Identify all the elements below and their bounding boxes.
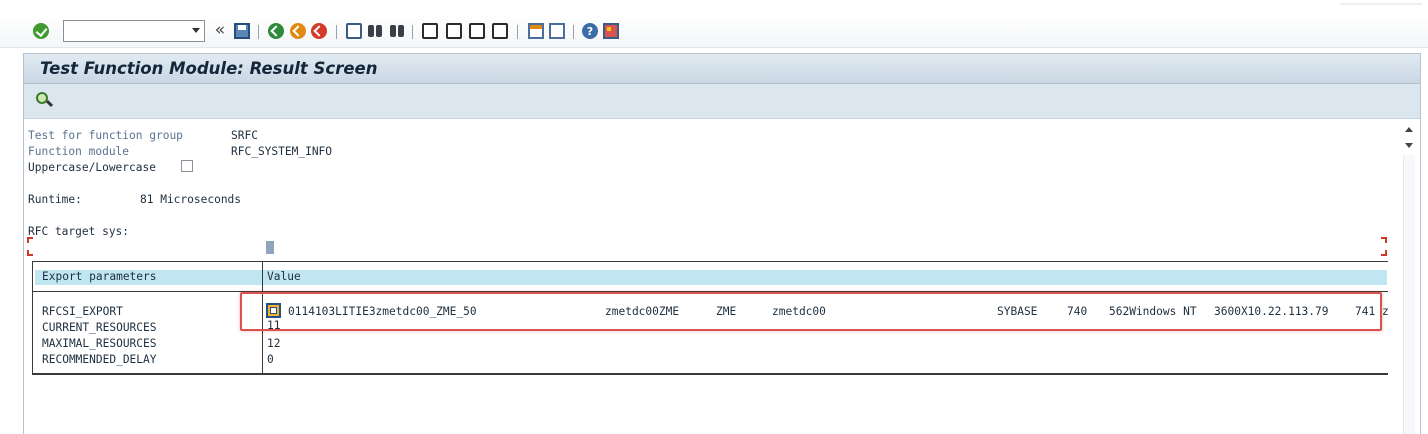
rfc-target-label: RFC target sys: (28, 225, 130, 238)
toolbar-divider (258, 25, 259, 39)
table-row-name: RECOMMENDED_DELAY (42, 353, 157, 366)
table-row-value: 0 (267, 353, 274, 366)
table-row-name: RFCSI_EXPORT (42, 305, 123, 318)
scroll-up-icon[interactable] (1405, 127, 1413, 132)
print-icon[interactable] (346, 23, 362, 39)
table-row-name: CURRENT_RESOURCES (42, 321, 157, 334)
title-bar: Test Function Module: Result Screen (24, 54, 1420, 84)
toolbar-divider (517, 25, 518, 39)
window-controls[interactable] (1340, 3, 1422, 5)
toolbar-divider (573, 25, 574, 39)
back-icon[interactable] (268, 23, 284, 39)
table-header-fill (35, 270, 1387, 285)
table-row-name: MAXIMAL_RESOURCES (42, 337, 157, 350)
frame-corner (27, 250, 33, 256)
title-strip (0, 0, 1428, 14)
table-row-value: 12 (267, 337, 281, 350)
toolbar-divider (336, 25, 337, 39)
table-header: Export parameters Value (33, 262, 1388, 292)
application-toolbar (24, 84, 1420, 119)
cancel-icon[interactable] (311, 23, 327, 39)
first-page-icon[interactable] (422, 23, 438, 39)
find-icon[interactable] (367, 23, 383, 39)
frame-corner (1381, 237, 1387, 243)
table-bottom-border (33, 373, 1388, 374)
result-content: Test for function group SRFC Function mo… (24, 120, 1404, 434)
vertical-scrollbar[interactable] (1401, 119, 1417, 434)
case-checkbox[interactable] (181, 160, 193, 172)
toolbar-divider (412, 25, 413, 39)
chevron-down-icon[interactable] (192, 28, 200, 33)
frame-corner (27, 237, 33, 243)
main-window: Test Function Module: Result Screen Test… (23, 53, 1421, 434)
function-module-value: RFC_SYSTEM_INFO (231, 145, 333, 158)
function-module-label: Function module (28, 145, 130, 158)
column-header-value: Value (267, 270, 301, 283)
text-cursor[interactable] (266, 241, 274, 254)
scroll-down-icon[interactable] (1405, 143, 1413, 148)
shortcut-icon[interactable] (549, 23, 565, 39)
runtime-value: 81 Microseconds (140, 193, 242, 206)
frame-corner (1381, 250, 1387, 256)
find-next-icon[interactable] (389, 23, 405, 39)
runtime-label: Runtime: (28, 193, 82, 206)
layout-icon[interactable] (603, 23, 619, 39)
last-page-icon[interactable] (492, 23, 508, 39)
exit-icon[interactable] (290, 23, 306, 39)
ok-icon[interactable] (33, 23, 49, 39)
function-group-value: SRFC (231, 129, 258, 142)
column-header-params: Export parameters (42, 270, 157, 283)
search-icon[interactable] (36, 92, 54, 109)
highlight-box (240, 292, 1382, 331)
case-checkbox-label: Uppercase/Lowercase (28, 161, 156, 174)
help-icon[interactable]: ? (582, 23, 598, 39)
command-input[interactable] (64, 22, 184, 42)
page-title: Test Function Module: Result Screen (40, 59, 378, 78)
next-page-icon[interactable] (469, 23, 485, 39)
command-field[interactable] (63, 20, 205, 42)
save-icon[interactable] (234, 23, 250, 39)
create-session-icon[interactable] (528, 23, 544, 39)
previous-page-icon[interactable] (446, 23, 462, 39)
history-icon[interactable]: « (213, 20, 227, 40)
scroll-track[interactable] (1403, 155, 1415, 434)
function-group-label: Test for function group (28, 129, 183, 142)
system-toolbar: « ? (0, 14, 1428, 48)
